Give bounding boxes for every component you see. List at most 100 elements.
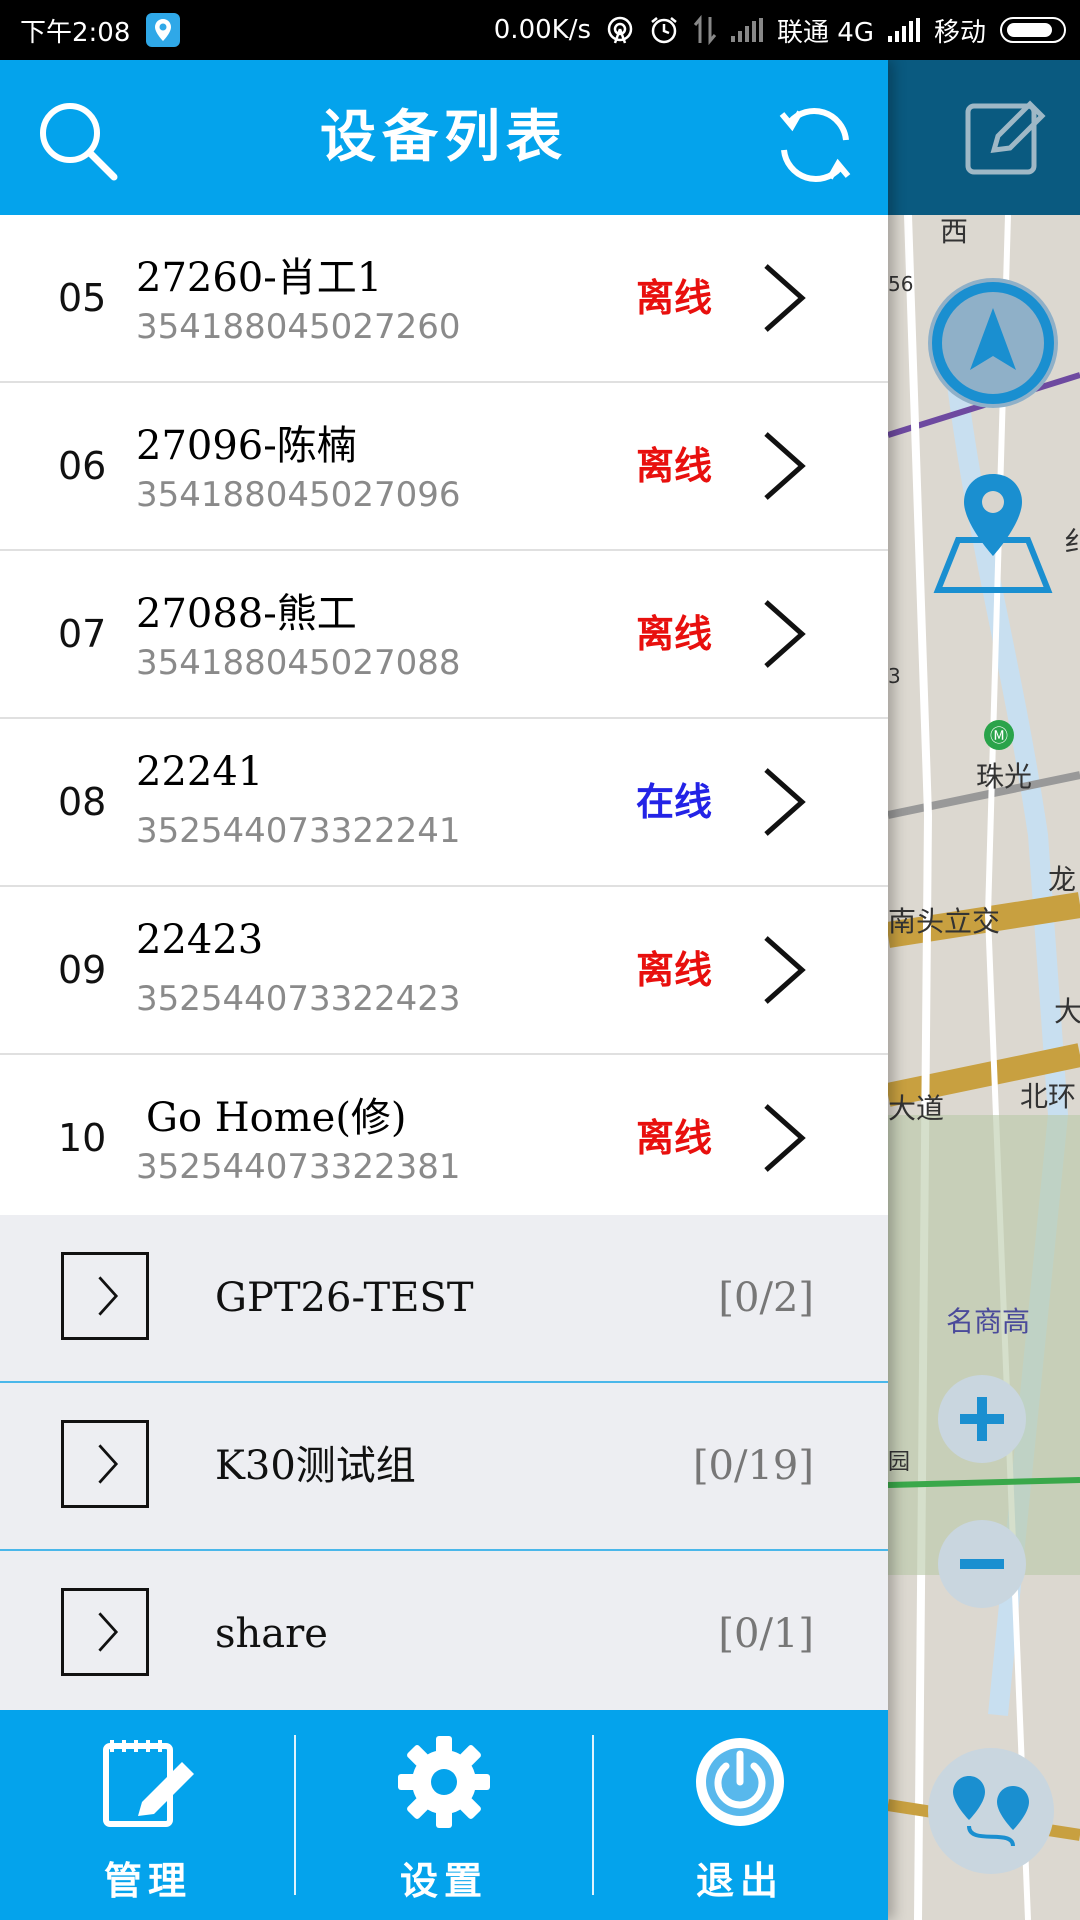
group-name: share [215,1611,328,1657]
manage-label: 管理 [103,1859,192,1903]
device-imei: 354188045027096 [136,475,461,515]
group-row[interactable]: K30测试组 [0/19] [0,1383,888,1551]
group-count: [0/1] [718,1611,814,1657]
device-row[interactable]: 10 Go Home(修) 352544073322381 离线 [0,1055,888,1223]
group-name: GPT26-TEST [215,1275,474,1321]
device-imei: 352544073322423 [136,979,461,1019]
plus-icon [960,1397,1004,1441]
logout-button[interactable]: 退出 [592,1710,888,1920]
map-label: 3 [888,664,901,688]
device-row[interactable]: 09 22423 352544073322423 离线 [0,887,888,1055]
refresh-icon[interactable] [770,100,860,190]
device-index: 07 [58,612,107,656]
device-imei: 352544073322241 [136,811,461,851]
edit-icon[interactable] [964,98,1050,178]
alarm-icon [651,17,677,44]
device-index: 08 [58,780,107,824]
map-label: 纟 [1064,525,1080,558]
device-imei: 354188045027088 [136,643,461,683]
device-row[interactable]: 08 22241 352544073322241 在线 [0,719,888,887]
route-pins-icon [953,1776,1029,1847]
map-pin-button[interactable] [928,470,1058,600]
tunnel-icon: Ⓜ [984,720,1014,750]
expand-chevron-icon[interactable] [61,1420,149,1508]
location-app-icon [146,13,181,47]
device-imei: 354188045027260 [136,307,461,347]
signal-strength-icon [731,18,764,42]
map-label: 龙 [1048,863,1077,896]
chevron-right-icon[interactable] [756,1098,816,1178]
map-pin-icon [933,474,1053,593]
chevron-right-icon[interactable] [756,594,816,674]
map-label: 珠光 [976,760,1033,793]
map-label: 大 [1054,995,1080,1028]
group-count: [0/2] [718,1275,814,1321]
expand-chevron-icon[interactable] [61,1252,149,1340]
manage-button[interactable]: 管理 [0,1710,296,1920]
hotspot-icon [607,16,633,44]
device-index: 06 [58,444,107,488]
page-title: 设备列表 [320,104,568,170]
locate-button[interactable] [928,278,1058,408]
map-header [888,60,1080,215]
device-row[interactable]: 05 27260-肖工1 354188045027260 离线 [0,215,888,383]
device-status: 离线 [636,275,713,320]
data-transfer-icon [693,15,717,45]
map-label: 南头立交 [888,905,1001,938]
signal-strength-icon [887,18,920,42]
settings-label: 设置 [399,1859,488,1903]
device-index: 10 [58,1116,107,1160]
navigation-arrow-icon [932,282,1054,404]
device-status: 离线 [636,611,713,656]
device-list: 05 27260-肖工1 354188045027260 离线 06 27096… [0,215,888,1223]
carrier-2: 移动 [933,17,986,48]
battery-icon [1000,17,1066,43]
device-name: 27088-熊工 [136,591,357,637]
group-count: [0/19] [692,1443,814,1489]
map-label: 名商高 [946,1305,1031,1338]
device-imei: 352544073322381 [136,1147,461,1187]
zoom-out-button[interactable] [938,1520,1026,1608]
device-index: 09 [58,948,107,992]
map-view[interactable]: 西 56 纟 3 珠光 龙 南头立交 大 大道 北环 名商高 园 Ⓜ [888,60,1080,1920]
expand-chevron-icon[interactable] [61,1588,149,1676]
chevron-right-icon[interactable] [756,426,816,506]
carrier-1: 联通 4G [777,17,874,48]
group-row[interactable]: GPT26-TEST [0/2] [0,1215,888,1383]
device-name: 22241 [136,749,264,795]
device-status: 离线 [636,1115,713,1160]
device-status: 离线 [636,947,713,992]
chevron-right-icon[interactable] [756,930,816,1010]
device-row[interactable]: 06 27096-陈楠 354188045027096 离线 [0,383,888,551]
zoom-in-button[interactable] [938,1375,1026,1463]
device-name: Go Home(修) [146,1095,407,1141]
device-list-drawer: 设备列表 05 27260-肖工1 354188045027260 离线 06 … [0,60,888,1920]
status-bar: 下午2:08 0.00K/s 联通 4G 移动 [0,0,1080,60]
title-bar: 设备列表 [0,60,888,215]
device-name: 27260-肖工1 [136,255,383,301]
device-index: 05 [58,276,107,320]
logout-label: 退出 [695,1859,784,1903]
map-label: 56 [888,272,914,296]
status-time: 下午2:08 [20,17,131,48]
group-name: K30测试组 [215,1443,416,1489]
map-label: 大道 [888,1092,945,1125]
device-name: 22423 [136,917,264,963]
network-speed: 0.00K/s [493,15,592,45]
map-label: 园 [888,1450,911,1475]
group-list: GPT26-TEST [0/2] K30测试组 [0/19] share [0/… [0,1215,888,1717]
power-icon [696,1738,784,1826]
chevron-right-icon[interactable] [756,762,816,842]
settings-gear-icon [398,1736,490,1828]
chevron-right-icon[interactable] [756,258,816,338]
group-row[interactable]: share [0/1] [0,1551,888,1717]
settings-button[interactable]: 设置 [296,1710,592,1920]
map-label: 北环 [1020,1080,1077,1113]
bottom-nav: 管理 设置 退出 [0,1710,888,1920]
map-label: 西 [940,215,969,248]
device-row[interactable]: 07 27088-熊工 354188045027088 离线 [0,551,888,719]
device-status: 离线 [636,443,713,488]
route-button[interactable] [928,1748,1054,1874]
device-status: 在线 [636,779,713,824]
device-name: 27096-陈楠 [136,423,357,469]
